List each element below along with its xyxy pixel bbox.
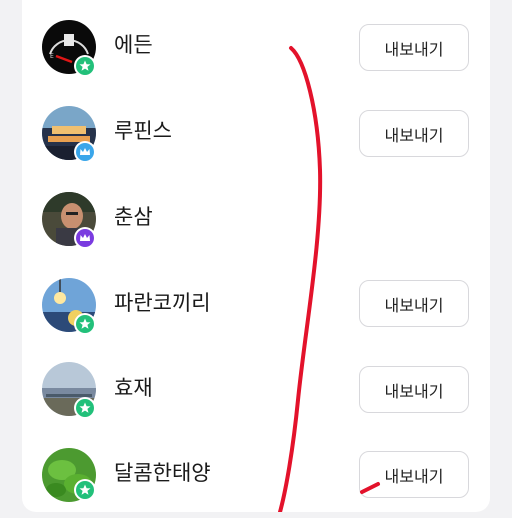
member-row: E 에든 내보내기 xyxy=(22,4,490,90)
member-name: 달콤한태양 xyxy=(114,461,211,485)
crown-purple-badge-icon xyxy=(74,227,96,249)
star-badge-icon xyxy=(74,397,96,419)
export-button[interactable]: 내보내기 xyxy=(359,366,469,413)
member-row: 루핀스 내보내기 xyxy=(22,90,490,176)
star-badge-icon xyxy=(74,55,96,77)
member-name: 춘삼 xyxy=(114,205,153,229)
member-row: 달콤한태양 내보내기 xyxy=(22,432,490,518)
member-name: 효재 xyxy=(114,376,153,400)
member-name: 에든 xyxy=(114,33,153,57)
member-row: 파란코끼리 내보내기 xyxy=(22,262,490,348)
star-badge-icon xyxy=(74,479,96,501)
member-list-card: E 에든 내보내기 루핀스 내보내기 춘삼 파란코끼리 내보내기 효재 내보내기… xyxy=(22,0,490,512)
star-badge-icon xyxy=(74,313,96,335)
crown-blue-badge-icon xyxy=(74,141,96,163)
export-button[interactable]: 내보내기 xyxy=(359,24,469,71)
member-name: 파란코끼리 xyxy=(114,291,211,315)
member-row: 춘삼 xyxy=(22,176,490,262)
svg-text:E: E xyxy=(50,53,54,60)
member-name: 루핀스 xyxy=(114,119,172,143)
export-button[interactable]: 내보내기 xyxy=(359,110,469,157)
export-button[interactable]: 내보내기 xyxy=(359,280,469,327)
export-button[interactable]: 내보내기 xyxy=(359,451,469,498)
member-row: 효재 내보내기 xyxy=(22,346,490,432)
